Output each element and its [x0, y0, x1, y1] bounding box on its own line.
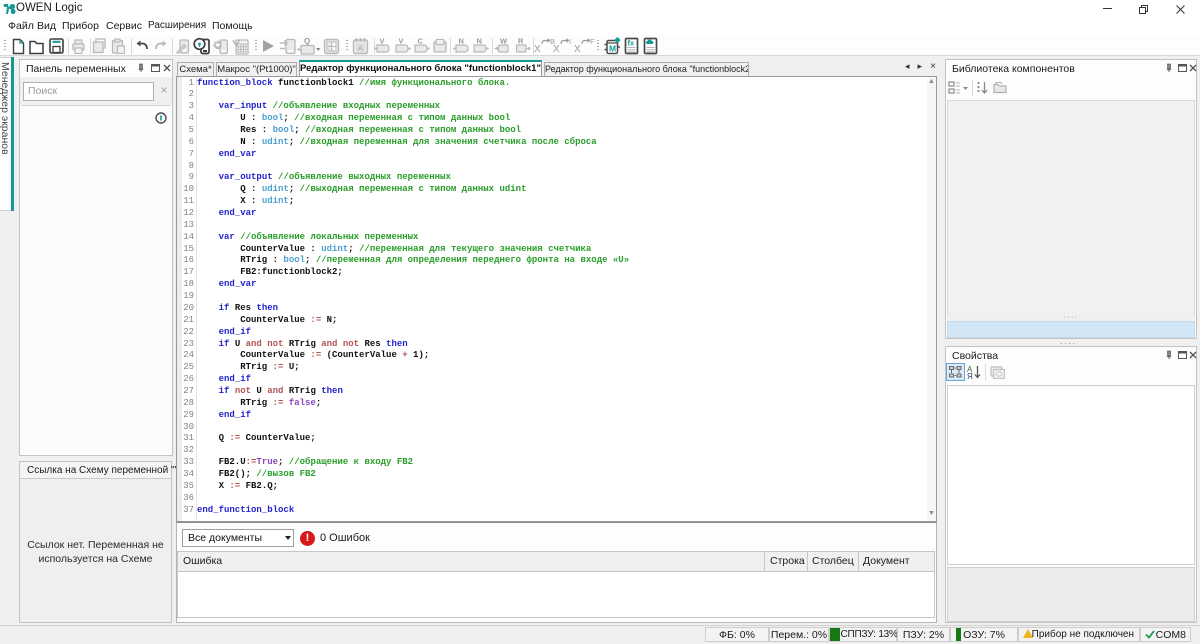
svg-text:N: N — [477, 37, 482, 46]
svg-text:fx: fx — [628, 39, 635, 48]
svg-text:F: F — [590, 37, 595, 46]
svg-text:04: 04 — [328, 46, 334, 51]
svg-text:N: N — [459, 37, 464, 46]
svg-text:M: M — [609, 44, 616, 54]
svg-text:X: X — [574, 44, 581, 54]
svg-text:W: W — [500, 37, 508, 46]
svg-text:X: X — [553, 44, 560, 54]
svg-text:V: V — [380, 37, 385, 46]
svg-text:X: X — [534, 44, 541, 54]
svg-text:R: R — [518, 37, 524, 46]
svg-text:A: A — [358, 44, 363, 53]
svg-text:Я: Я — [967, 372, 973, 380]
svg-text:I: I — [569, 37, 571, 46]
svg-text:C: C — [418, 37, 424, 46]
svg-text:Q: Q — [304, 37, 310, 46]
svg-text:V: V — [399, 37, 404, 46]
